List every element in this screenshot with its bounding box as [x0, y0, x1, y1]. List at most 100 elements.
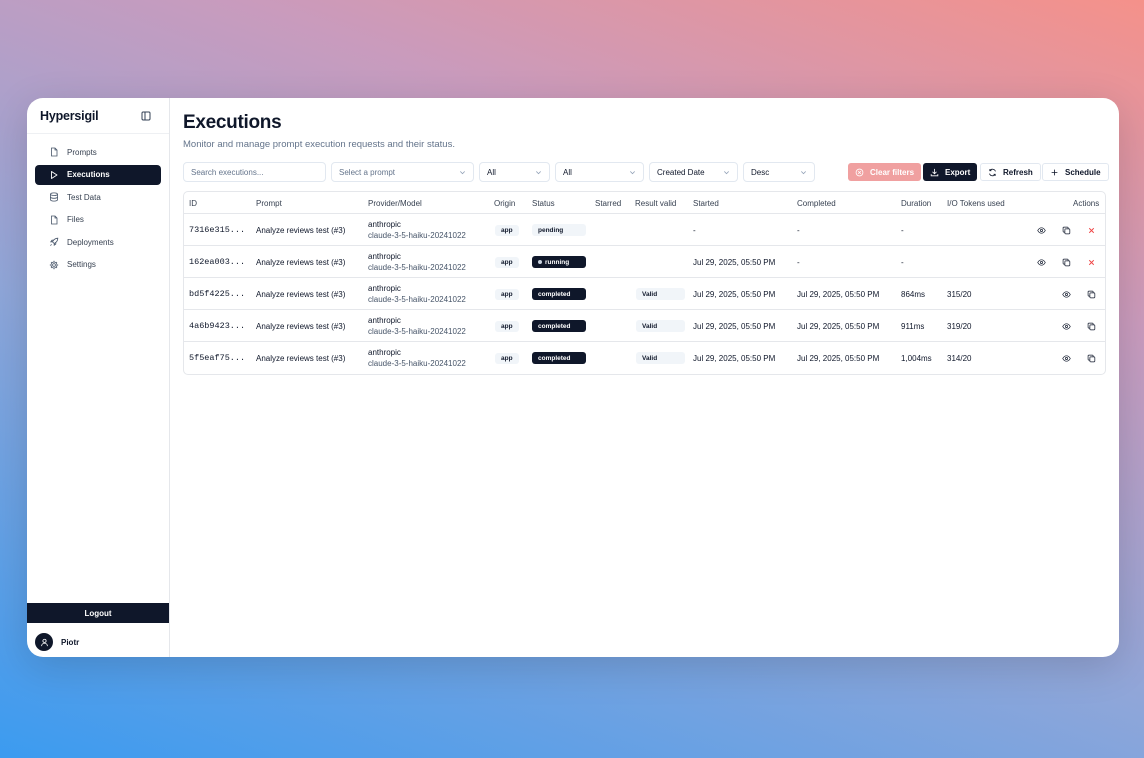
prompt-select[interactable]: Select a prompt [331, 162, 474, 182]
status-text: running [545, 258, 570, 266]
sidebar-item-deployments[interactable]: Deployments [35, 232, 161, 253]
col-prompt: Prompt [256, 199, 282, 208]
user-name: Piotr [61, 637, 80, 647]
page-title: Executions [183, 112, 282, 133]
col-duration: Duration [901, 199, 932, 208]
table-row[interactable]: bd5f4225... Analyze reviews test (#3) an… [184, 278, 1105, 310]
sort-field-select[interactable]: Created Date [649, 162, 738, 182]
sidebar-item-label: Files [67, 215, 84, 225]
table-row[interactable]: 4a6b9423... Analyze reviews test (#3) an… [184, 310, 1105, 342]
cell-provider: anthropic claude-3-5-haiku-20241022 [368, 316, 466, 336]
cell-id[interactable]: 7316e315... [189, 225, 245, 235]
copy-icon[interactable] [1086, 289, 1096, 299]
cancel-icon[interactable] [1086, 225, 1096, 235]
clear-filters-label: Clear filters [870, 167, 915, 177]
download-icon [930, 168, 939, 176]
origin-badge: app [495, 353, 519, 364]
copy-icon[interactable] [1086, 321, 1096, 331]
sidebar-item-settings[interactable]: Settings [35, 255, 161, 276]
prompt-select-value: Select a prompt [339, 167, 396, 177]
main-content: Executions Monitor and manage prompt exe… [170, 98, 1119, 657]
sort-order-select[interactable]: Desc [743, 162, 815, 182]
cell-id[interactable]: 4a6b9423... [189, 321, 245, 331]
sidebar-item-label: Prompts [67, 147, 97, 157]
sidebar-item-executions[interactable]: Executions [35, 164, 161, 185]
sidebar: Hypersigil Prompts Executions Test Data … [27, 98, 170, 657]
cell-started: Jul 29, 2025, 05:50 PM [693, 290, 776, 299]
cell-id[interactable]: 5f5eaf75... [189, 353, 245, 363]
copy-icon[interactable] [1061, 225, 1071, 235]
status-text: completed [538, 354, 571, 362]
result-valid-text: Valid [642, 290, 658, 298]
sidebar-item-label: Executions [67, 170, 110, 180]
user-profile[interactable]: Piotr [35, 633, 79, 651]
eye-icon[interactable] [1061, 321, 1071, 331]
table-row[interactable]: 162ea003... Analyze reviews test (#3) an… [184, 246, 1105, 278]
provider-name: anthropic [368, 348, 401, 357]
cell-started: Jul 29, 2025, 05:50 PM [693, 354, 776, 363]
refresh-icon [989, 168, 996, 176]
eye-icon[interactable] [1036, 225, 1046, 235]
status-select[interactable]: All [555, 162, 644, 182]
sidebar-item-label: Test Data [67, 192, 101, 202]
cell-started: - [693, 226, 696, 235]
sidebar-toggle-icon[interactable] [141, 111, 151, 121]
app-title: Hypersigil [40, 108, 99, 123]
brand-row: Hypersigil [27, 98, 169, 134]
refresh-label: Refresh [1003, 167, 1033, 177]
model-name: claude-3-5-haiku-20241022 [368, 295, 466, 304]
sort-field-value: Created Date [657, 167, 705, 177]
search-input[interactable]: Search executions... [183, 162, 326, 182]
origin-badge: app [495, 289, 519, 300]
file-icon [48, 214, 59, 225]
play-icon [48, 169, 59, 180]
cell-id[interactable]: bd5f4225... [189, 289, 245, 299]
status-text: pending [538, 226, 564, 234]
cell-tokens: 314/20 [947, 354, 972, 363]
sidebar-item-test-data[interactable]: Test Data [35, 187, 161, 208]
cancel-icon[interactable] [1086, 257, 1096, 267]
export-button[interactable]: Export [923, 163, 978, 181]
cell-id[interactable]: 162ea003... [189, 257, 245, 267]
col-actions: Actions [1073, 199, 1100, 208]
user-icon [40, 638, 48, 646]
origin-select[interactable]: All [479, 162, 550, 182]
col-result-valid: Result valid [635, 199, 677, 208]
app-window: Hypersigil Prompts Executions Test Data … [27, 98, 1119, 657]
chevron-down-icon [630, 171, 635, 175]
result-valid-text: Valid [642, 322, 658, 330]
rocket-icon [48, 237, 59, 248]
eye-icon[interactable] [1061, 289, 1071, 299]
status-badge: running [532, 256, 586, 268]
cell-prompt: Analyze reviews test (#3) [256, 290, 346, 299]
origin-badge: app [495, 321, 519, 332]
cell-prompt: Analyze reviews test (#3) [256, 258, 346, 267]
col-started: Started [693, 199, 719, 208]
col-starred: Starred [595, 199, 622, 208]
sidebar-item-prompts[interactable]: Prompts [35, 142, 161, 163]
col-completed: Completed [797, 199, 836, 208]
copy-icon[interactable] [1086, 353, 1096, 363]
status-badge: pending [532, 224, 586, 236]
table-row[interactable]: 7316e315... Analyze reviews test (#3) an… [184, 214, 1105, 246]
copy-icon[interactable] [1061, 257, 1071, 267]
eye-icon[interactable] [1036, 257, 1046, 267]
refresh-button[interactable]: Refresh [980, 163, 1041, 181]
status-badge: completed [532, 352, 586, 364]
schedule-label: Schedule [1065, 167, 1101, 177]
chevron-down-icon [724, 171, 729, 175]
table-header: ID Prompt Provider/Model Origin Status S… [184, 192, 1105, 214]
table-row[interactable]: 5f5eaf75... Analyze reviews test (#3) an… [184, 342, 1105, 374]
schedule-button[interactable]: Schedule [1042, 163, 1109, 181]
gear-icon [48, 259, 59, 270]
result-valid-badge: Valid [636, 352, 685, 364]
export-label: Export [945, 167, 971, 177]
sidebar-item-files[interactable]: Files [35, 210, 161, 231]
model-name: claude-3-5-haiku-20241022 [368, 231, 466, 240]
cell-completed: - [797, 226, 800, 235]
clear-filters-button[interactable]: Clear filters [848, 163, 922, 181]
eye-icon[interactable] [1061, 353, 1071, 363]
col-id: ID [189, 199, 197, 208]
logout-button[interactable]: Logout [27, 603, 169, 623]
provider-name: anthropic [368, 284, 401, 293]
